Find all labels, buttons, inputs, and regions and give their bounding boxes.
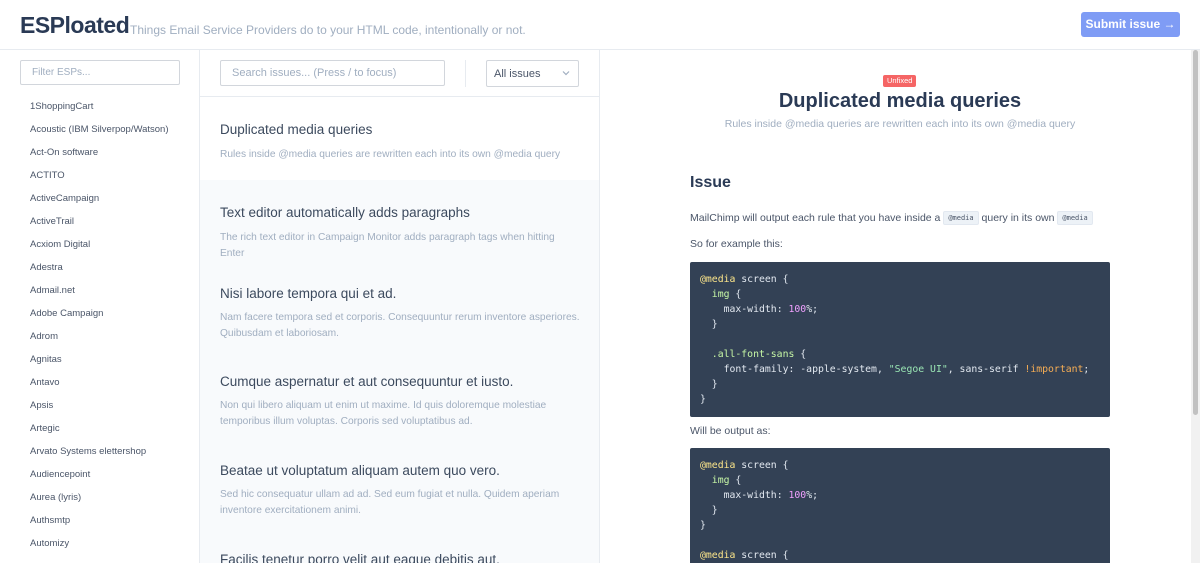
code-line: .all-font-sans {	[711, 349, 807, 360]
code-line: }	[711, 379, 718, 390]
issue-list-panel: All issues Duplicated media queries Rule…	[200, 50, 600, 563]
esp-item[interactable]: Antavo	[30, 373, 169, 396]
code-line: }	[711, 505, 718, 516]
esp-item[interactable]: Adrom	[30, 327, 169, 350]
tagline: Things Email Service Providers do to you…	[130, 23, 526, 37]
submit-issue-button[interactable]: Submit issue →	[1081, 12, 1180, 37]
code-line: }	[700, 394, 706, 405]
issue-title: Beatae ut voluptatum aliquam autem quo v…	[220, 463, 500, 478]
issue-list: Duplicated media queries Rules inside @m…	[200, 98, 599, 563]
issue-paragraph: Will be output as:	[690, 425, 771, 437]
scrollbar-thumb[interactable]	[1193, 50, 1198, 415]
esp-item[interactable]: ActiveCampaign	[30, 189, 169, 212]
code-line: max-width: 100%;	[723, 304, 818, 315]
esp-item[interactable]: Arvato Systems elettershop	[30, 442, 169, 465]
issue-card[interactable]: Facilis tenetur porro velit aut eaque de…	[200, 529, 599, 563]
issue-description: Rules inside @media queries are rewritte…	[220, 149, 561, 160]
search-issues-input[interactable]	[220, 60, 445, 86]
paragraph-text: query in its own	[981, 211, 1055, 224]
filter-esps-input[interactable]	[20, 60, 180, 85]
issue-filter-value: All issues	[494, 68, 541, 80]
esp-item[interactable]: Adestra	[30, 258, 169, 281]
code-block-output: @media screen { img { max-width: 100%; }…	[690, 448, 1110, 563]
esp-item[interactable]: Acxiom Digital	[30, 235, 169, 258]
esp-item[interactable]: Act-On software	[30, 143, 169, 166]
issue-title: Cumque aspernatur et aut consequuntur et…	[220, 374, 514, 389]
code-block-input: @media screen { img { max-width: 100%; }…	[690, 262, 1110, 417]
issue-description: Nam facere tempora sed et corporis. Cons…	[220, 312, 580, 339]
inline-code: @media	[1057, 211, 1093, 225]
scrollbar[interactable]	[1191, 50, 1200, 563]
issue-title: Facilis tenetur porro velit aut eaque de…	[220, 552, 500, 563]
code-line: @media screen {	[700, 550, 789, 561]
esp-list: 1ShoppingCart Acoustic (IBM Silverpop/Wa…	[30, 97, 169, 557]
issue-description: Non qui libero aliquam ut enim ut maxime…	[220, 400, 547, 427]
esp-item[interactable]: 1ShoppingCart	[30, 97, 169, 120]
esp-item[interactable]: Apsis	[30, 396, 169, 419]
code-line: max-width: 100%;	[723, 490, 818, 501]
chevron-down-icon	[562, 71, 570, 76]
esp-sidebar: 1ShoppingCart Acoustic (IBM Silverpop/Wa…	[0, 50, 200, 563]
search-bar: All issues	[200, 50, 599, 97]
code-line: img {	[711, 475, 742, 486]
code-line: }	[700, 520, 706, 531]
code-line: @media screen {	[700, 460, 789, 471]
issue-title: Nisi labore tempora qui et ad.	[220, 286, 397, 301]
section-heading: Issue	[690, 174, 731, 191]
issue-card[interactable]: Cumque aspernatur et aut consequuntur et…	[200, 351, 599, 440]
issue-card[interactable]: Text editor automatically adds paragraph…	[200, 180, 599, 263]
issue-title: Text editor automatically adds paragraph…	[220, 205, 470, 220]
issue-card[interactable]: Duplicated media queries Rules inside @m…	[200, 98, 599, 180]
esp-item[interactable]: Audiencepoint	[30, 465, 169, 488]
issue-description: Sed hic consequatur ullam ad ad. Sed eum…	[220, 489, 560, 516]
issue-description: The rich text editor in Campaign Monitor…	[220, 232, 555, 259]
inline-code: @media	[943, 211, 979, 225]
code-line: @media screen {	[700, 274, 789, 285]
code-line: font-family: -apple-system, "Segoe UI", …	[723, 364, 1090, 375]
esp-item[interactable]: ACTITO	[30, 166, 169, 189]
code-line: img {	[711, 289, 742, 300]
status-badge: Unfixed	[883, 75, 917, 87]
esp-item[interactable]: Automizy	[30, 534, 169, 557]
issue-paragraph: MailChimp will output each rule that you…	[690, 211, 1093, 225]
esp-item[interactable]: Authsmtp	[30, 511, 169, 534]
issue-title: Duplicated media queries	[220, 122, 373, 137]
logo[interactable]: ESPloated	[20, 12, 130, 39]
divider	[465, 60, 466, 87]
code-line: }	[711, 319, 718, 330]
issue-paragraph: So for example this:	[690, 238, 783, 250]
esp-item[interactable]: Admail.net	[30, 281, 169, 304]
esp-item[interactable]: ActiveTrail	[30, 212, 169, 235]
issue-detail: Unfixed Duplicated media queries Rules i…	[600, 50, 1191, 563]
esp-item[interactable]: Adobe Campaign	[30, 304, 169, 327]
esp-item[interactable]: Agnitas	[30, 350, 169, 373]
paragraph-text: MailChimp will output each rule that you…	[690, 211, 941, 224]
esp-item[interactable]: Aurea (lyris)	[30, 488, 169, 511]
esp-item[interactable]: Acoustic (IBM Silverpop/Watson)	[30, 120, 169, 143]
issue-card[interactable]: Nisi labore tempora qui et ad. Nam facer…	[200, 263, 599, 351]
esp-item[interactable]: Artegic	[30, 419, 169, 442]
page-subtitle: Rules inside @media queries are rewritte…	[724, 118, 1076, 130]
issue-card[interactable]: Beatae ut voluptatum aliquam autem quo v…	[200, 440, 599, 529]
page-title: Duplicated media queries	[778, 90, 1022, 112]
issue-filter-select[interactable]: All issues	[486, 60, 579, 87]
app-header: ESPloated Things Email Service Providers…	[0, 0, 1200, 50]
